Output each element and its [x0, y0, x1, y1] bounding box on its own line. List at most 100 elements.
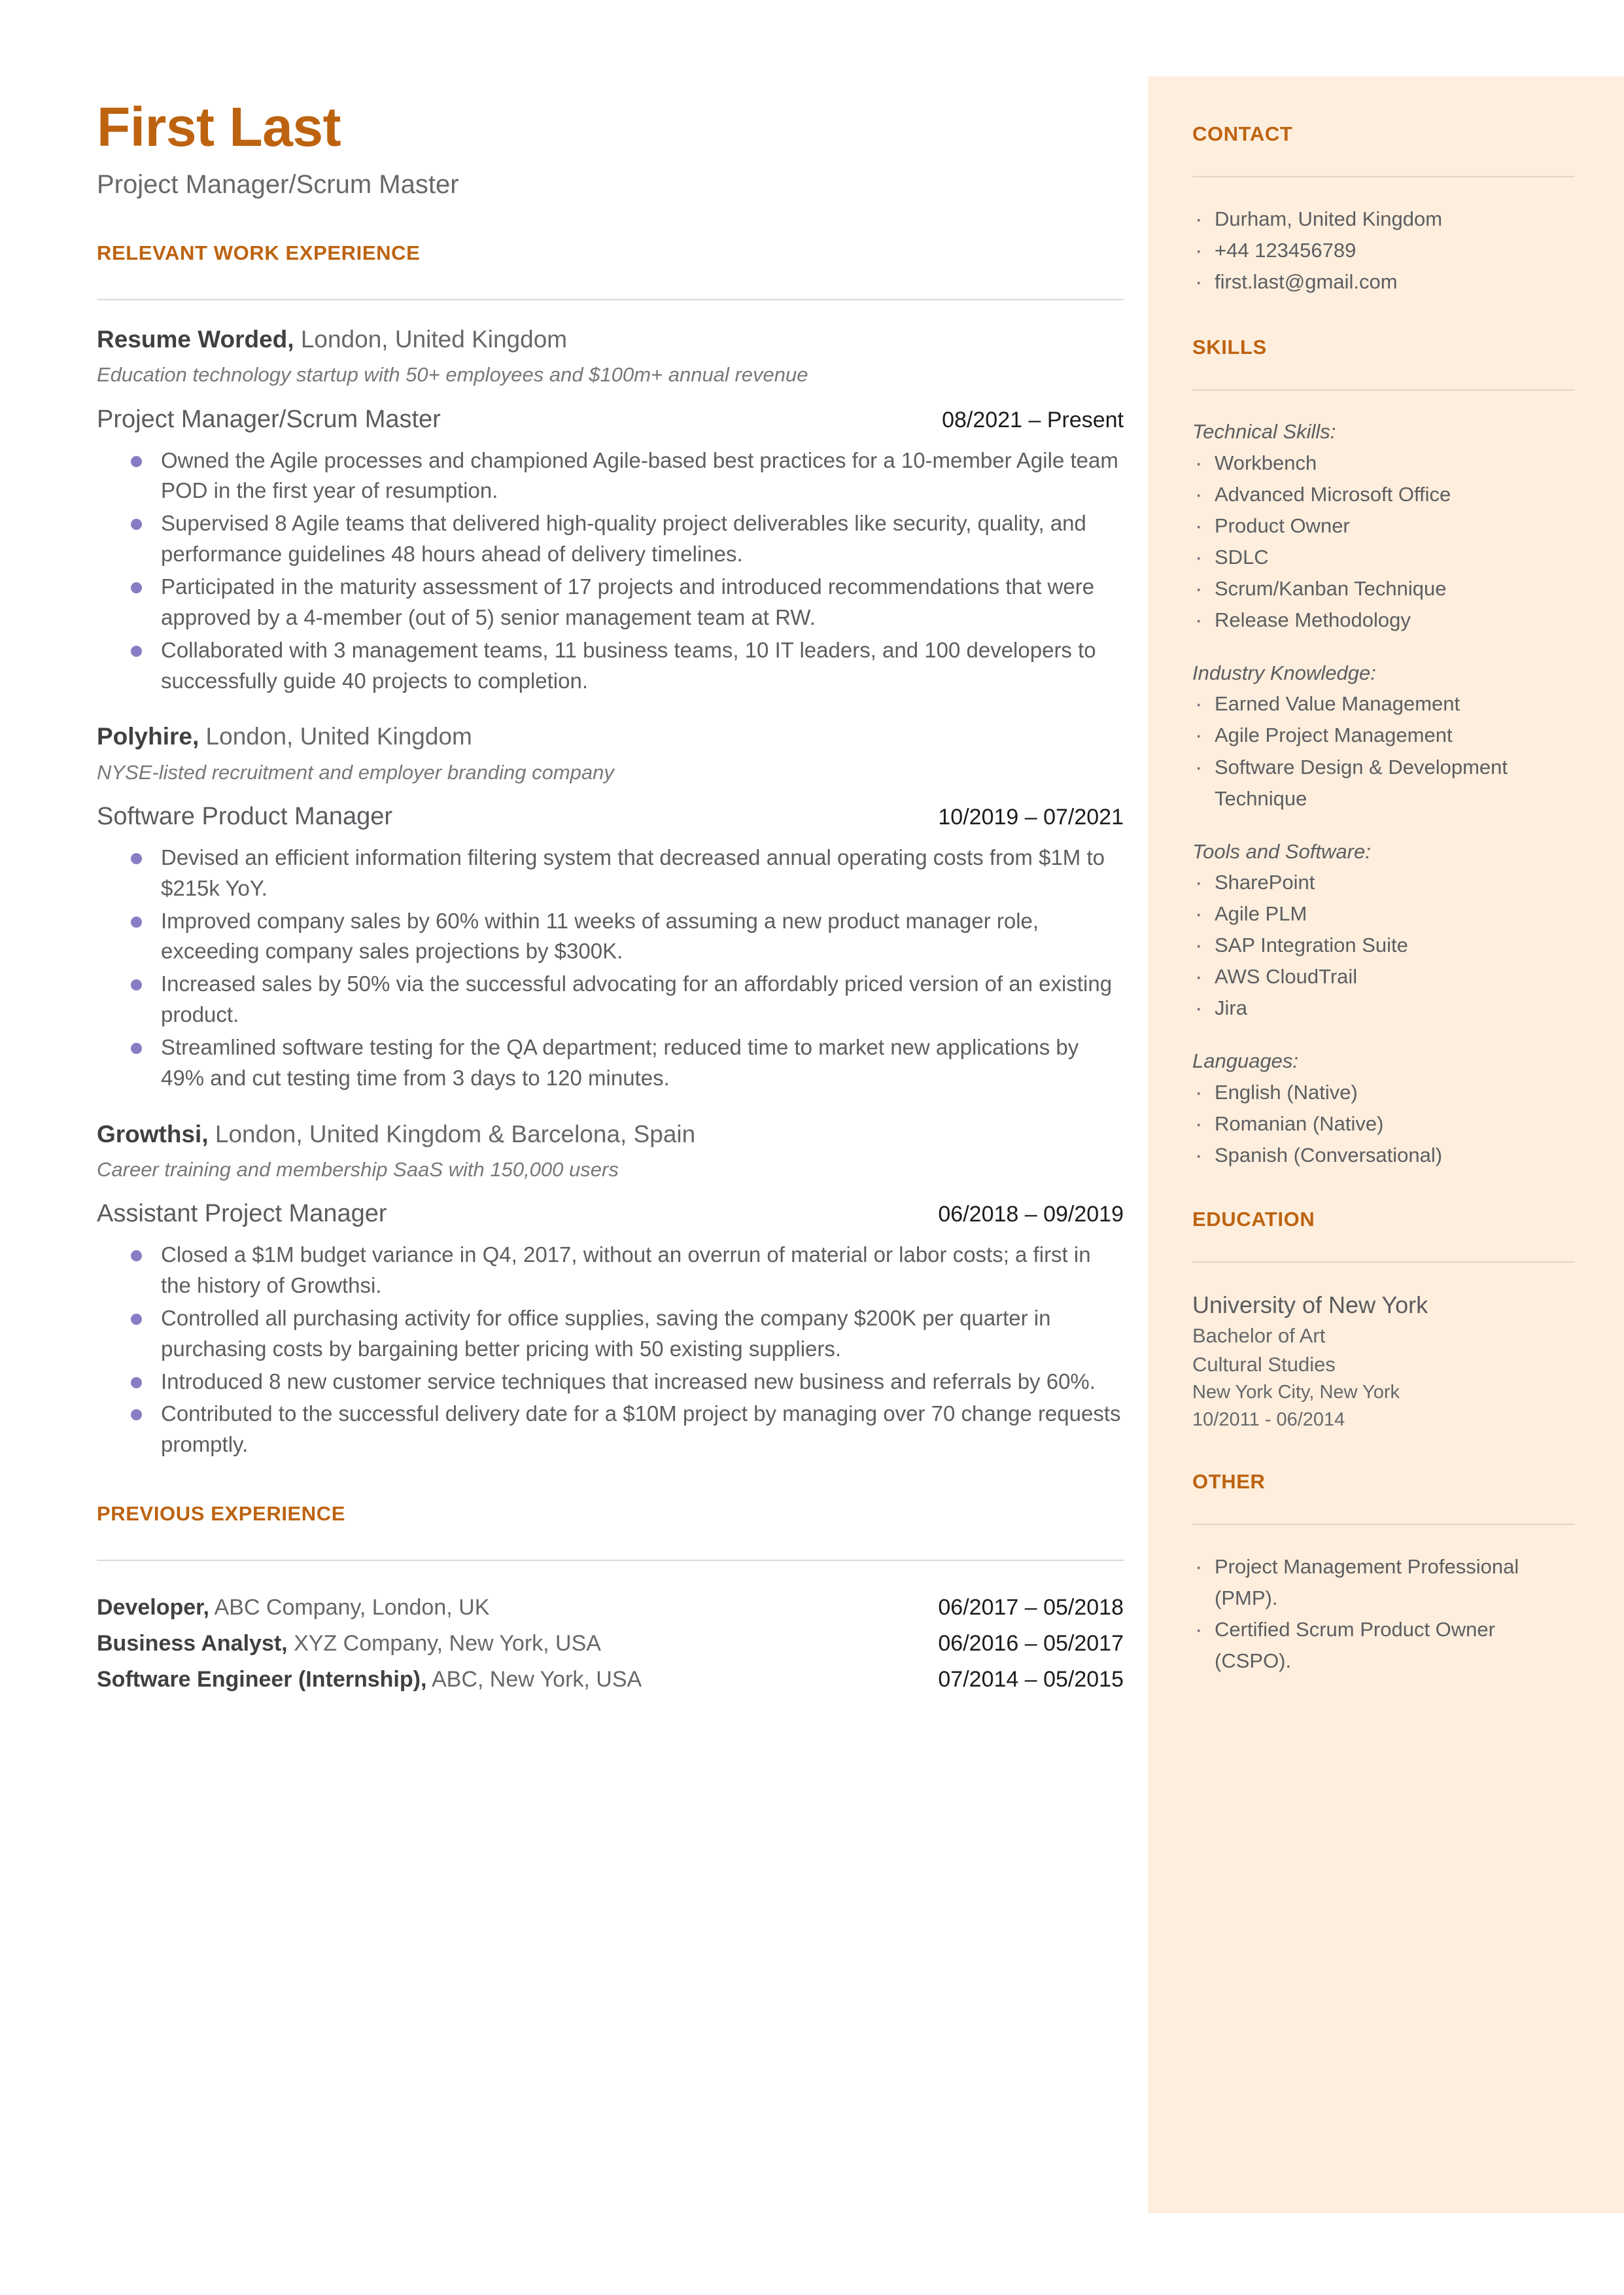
job-role-dates: 08/2021 – Present [942, 407, 1124, 432]
sidebar: CONTACT Durham, United Kingdom +44 12345… [1148, 77, 1624, 2213]
main-column: First Last Project Manager/Scrum Master … [97, 98, 1124, 1698]
previous-experience-row: Software Engineer (Internship), ABC, New… [97, 1662, 1124, 1698]
education-heading: EDUCATION [1192, 1207, 1315, 1231]
skill-item: Product Owner [1192, 509, 1575, 544]
previous-experience-heading: PREVIOUS EXPERIENCE [97, 1502, 346, 1526]
job-bullet: Collaborated with 3 management teams, 11… [97, 635, 1124, 697]
job-company: Growthsi, London, United Kingdom & Barce… [97, 1119, 1124, 1150]
job-bullet-list: Owned the Agile processes and championed… [97, 446, 1124, 697]
job-company-description: Education technology startup with 50+ em… [97, 363, 808, 387]
job-company: Polyhire, London, United Kingdom [97, 721, 1124, 752]
education-dates: 10/2011 - 06/2014 [1192, 1409, 1345, 1430]
skill-item: English (Native) [1192, 1076, 1575, 1110]
candidate-name: First Last [97, 96, 341, 158]
other-item: Certified Scrum Product Owner (CSPO). [1192, 1613, 1575, 1677]
other-heading: OTHER [1192, 1469, 1266, 1493]
job-bullet: Owned the Agile processes and championed… [97, 446, 1124, 507]
contact-list: Durham, United Kingdom +44 123456789 fir… [1192, 202, 1575, 300]
skill-item: Jira [1192, 991, 1575, 1026]
skill-item: Agile PLM [1192, 897, 1575, 932]
job-bullet-list: Devised an efficient information filteri… [97, 843, 1124, 1094]
job-bullet: Participated in the maturity assessment … [97, 572, 1124, 633]
education-field: Cultural Studies [1192, 1353, 1336, 1376]
other-section: OTHER Project Management Professional (P… [1192, 1470, 1575, 1677]
previous-role-detail: XYZ Company, New York, USA [287, 1631, 601, 1656]
job-role-title: Project Manager/Scrum Master [97, 405, 441, 433]
previous-experience-row: Business Analyst, XYZ Company, New York,… [97, 1626, 1124, 1662]
skill-group-label: Industry Knowledge: [1192, 661, 1376, 684]
job-bullet: Contributed to the successful delivery d… [97, 1399, 1124, 1460]
skill-list-languages: English (Native) Romanian (Native) Spani… [1192, 1076, 1575, 1173]
education-entry: University of New York Bachelor of Art C… [1192, 1289, 1575, 1433]
skill-group-tools: Tools and Software: SharePoint Agile PLM… [1192, 837, 1575, 1026]
education-divider [1192, 1261, 1575, 1263]
skill-list-industry: Earned Value Management Agile Project Ma… [1192, 687, 1575, 814]
previous-experience-list: Developer, ABC Company, London, UK 06/20… [97, 1590, 1124, 1698]
skill-group-technical: Technical Skills: Workbench Advanced Mic… [1192, 417, 1575, 638]
job-company-name: Growthsi, [97, 1120, 209, 1148]
previous-role: Software Engineer (Internship), ABC, New… [97, 1662, 642, 1698]
skill-list-tools: SharePoint Agile PLM SAP Integration Sui… [1192, 866, 1575, 1026]
skill-item: SharePoint [1192, 866, 1575, 900]
skill-item: Romanian (Native) [1192, 1107, 1575, 1142]
job-company-location: London, United Kingdom [199, 723, 472, 750]
job-bullet: Supervised 8 Agile teams that delivered … [97, 508, 1124, 570]
skill-group-label: Tools and Software: [1192, 839, 1371, 863]
job-bullet: Devised an efficient information filteri… [97, 843, 1124, 904]
other-list: Project Management Professional (PMP). C… [1192, 1550, 1575, 1677]
contact-item-email: first.last@gmail.com [1192, 265, 1575, 300]
job-bullet: Increased sales by 50% via the successfu… [97, 969, 1124, 1030]
previous-experience-divider [97, 1560, 1124, 1562]
previous-role-title: Software Engineer (Internship), [97, 1667, 427, 1692]
job-bullet-list: Closed a $1M budget variance in Q4, 2017… [97, 1240, 1124, 1460]
job-role-title: Assistant Project Manager [97, 1200, 387, 1228]
skill-group-industry: Industry Knowledge: Earned Value Managem… [1192, 658, 1575, 815]
skill-list-technical: Workbench Advanced Microsoft Office Prod… [1192, 446, 1575, 638]
previous-role-dates: 07/2014 – 05/2015 [938, 1667, 1124, 1692]
skills-section: SKILLS Technical Skills: Workbench Advan… [1192, 336, 1575, 1173]
education-degree: Bachelor of Art [1192, 1324, 1326, 1348]
skills-divider [1192, 389, 1575, 391]
job-company-description: NYSE-listed recruitment and employer bra… [97, 760, 614, 784]
contact-section: CONTACT Durham, United Kingdom +44 12345… [1192, 122, 1575, 300]
education-location: New York City, New York [1192, 1382, 1400, 1403]
job-company-location: London, United Kingdom & Barcelona, Spai… [208, 1120, 696, 1148]
job-role-title: Software Product Manager [97, 802, 393, 830]
contact-divider [1192, 176, 1575, 177]
previous-role: Developer, ABC Company, London, UK [97, 1590, 489, 1626]
previous-role-detail: ABC, New York, USA [426, 1667, 642, 1692]
skill-item: Scrum/Kanban Technique [1192, 572, 1575, 606]
job-role-row: Project Manager/Scrum Master 08/2021 – P… [97, 406, 1124, 434]
resume-page: CONTACT Durham, United Kingdom +44 12345… [0, 0, 1624, 2295]
skills-heading: SKILLS [1192, 336, 1267, 359]
job-entry: Polyhire, London, United Kingdom NYSE-li… [97, 721, 1124, 1093]
education-section: EDUCATION University of New York Bachelo… [1192, 1208, 1575, 1433]
job-bullet: Streamlined software testing for the QA … [97, 1032, 1124, 1094]
skills-groups: Technical Skills: Workbench Advanced Mic… [1192, 417, 1575, 1173]
previous-experience-row: Developer, ABC Company, London, UK 06/20… [97, 1590, 1124, 1626]
skill-group-label: Languages: [1192, 1049, 1299, 1073]
other-divider [1192, 1523, 1575, 1525]
skill-item: Advanced Microsoft Office [1192, 478, 1575, 512]
job-bullet: Improved company sales by 60% within 11 … [97, 906, 1124, 968]
contact-item-location: Durham, United Kingdom [1192, 202, 1575, 237]
skill-item: SAP Integration Suite [1192, 928, 1575, 963]
work-experience-divider [97, 299, 1124, 301]
job-company-name: Polyhire, [97, 723, 199, 750]
contact-heading: CONTACT [1192, 122, 1293, 145]
education-school: University of New York [1192, 1291, 1428, 1318]
previous-role-title: Developer, [97, 1595, 209, 1621]
skill-item: Workbench [1192, 446, 1575, 481]
job-role-row: Assistant Project Manager 06/2018 – 09/2… [97, 1200, 1124, 1228]
previous-role-title: Business Analyst, [97, 1631, 288, 1656]
previous-role-detail: ABC Company, London, UK [209, 1595, 490, 1621]
candidate-headline: Project Manager/Scrum Master [97, 170, 459, 200]
work-experience-heading: RELEVANT WORK EXPERIENCE [97, 241, 421, 265]
job-bullet: Closed a $1M budget variance in Q4, 2017… [97, 1240, 1124, 1301]
skill-item: SDLC [1192, 540, 1575, 575]
skill-group-label: Technical Skills: [1192, 420, 1336, 444]
skill-item: Spanish (Conversational) [1192, 1138, 1575, 1173]
job-role-dates: 06/2018 – 09/2019 [938, 1202, 1124, 1227]
skill-item: Release Methodology [1192, 603, 1575, 638]
job-entry: Growthsi, London, United Kingdom & Barce… [97, 1119, 1124, 1460]
